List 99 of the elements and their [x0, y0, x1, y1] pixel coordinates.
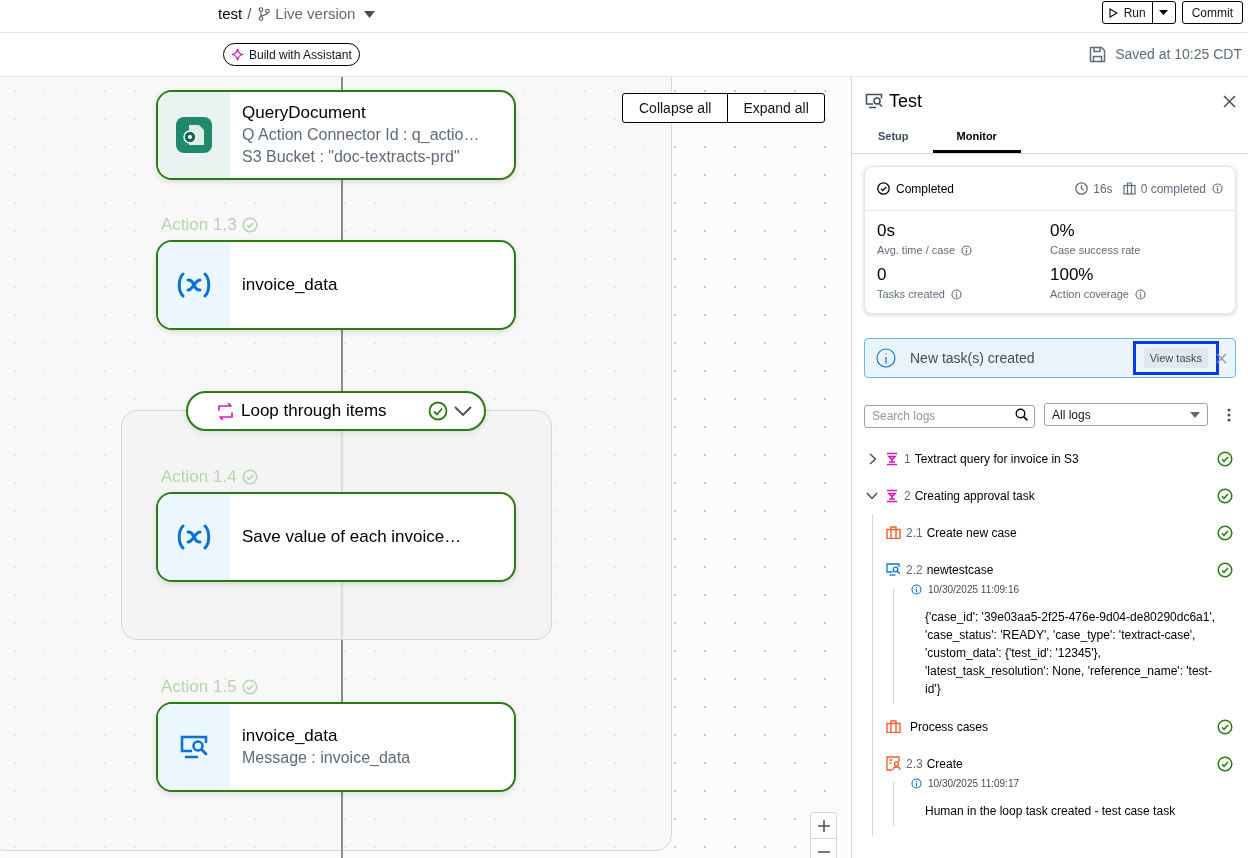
log-row[interactable]: 2.1 Create new case	[873, 514, 1236, 551]
stat-value: 100%	[1050, 264, 1095, 286]
version-dropdown[interactable]: Live version	[275, 3, 376, 26]
completed-count: 0 completed	[1140, 180, 1206, 198]
action-node[interactable]: invoice_data Message : invoice_data	[156, 702, 516, 792]
clock-icon	[1075, 182, 1089, 195]
log-title: Create new case	[926, 524, 1017, 542]
alert-message: New task(s) created	[910, 348, 1035, 368]
log-message: {'case_id': '39e03aa5-2f25-476e-9d04-de80290dc6a1', 'case_status': 'READY', 'case_type': 'textract-case', 'custom_data': {'test_id': '12345'}, 'latest_task_resolution': None, 'reference_name': 'test-id'}	[925, 609, 1217, 698]
check-circle-icon	[241, 216, 258, 233]
branch-icon	[258, 7, 271, 22]
info-icon	[1212, 183, 1223, 194]
log-row[interactable]: 1 Textract query for invoice in S3	[864, 440, 1236, 477]
tab[interactable]: Setup	[854, 123, 933, 153]
monitor-search-icon	[179, 734, 209, 760]
stat-label: Case success rate	[1050, 243, 1141, 258]
loop-icon	[216, 402, 235, 420]
stat-value: 0	[877, 264, 888, 286]
caret-down-icon	[1159, 10, 1169, 15]
check-circle-icon	[1217, 450, 1233, 467]
sparkle-icon	[231, 48, 244, 61]
variable-icon	[176, 272, 212, 298]
check-circle-icon	[877, 182, 890, 195]
node-detail: S3 Bucket : "doc-textracts-prd"	[242, 147, 461, 167]
tab[interactable]: Monitor	[932, 123, 1021, 153]
stat-value: 0%	[1050, 220, 1076, 242]
document-gear-icon	[176, 117, 212, 153]
log-timestamp: 10/30/2025 11:09:17	[928, 777, 1019, 791]
log-title: Creating approval task	[914, 487, 1035, 505]
expand-all-button[interactable]: Expand all	[728, 94, 824, 122]
stat-label: Avg. time / case	[877, 243, 956, 258]
node-detail: Message : invoice_data	[242, 748, 411, 768]
duration: 16s	[1093, 180, 1113, 198]
log-message: Human in the loop task created - test case task	[925, 803, 1177, 820]
panel-title: Test	[889, 89, 922, 113]
close-icon[interactable]	[1223, 94, 1236, 108]
action-label: Action 1.5	[161, 676, 237, 698]
check-circle-icon	[1217, 561, 1233, 578]
log-number: 2.2	[906, 561, 923, 579]
log-number: 1	[904, 450, 911, 468]
more-icon[interactable]	[1227, 407, 1231, 422]
briefcase-icon	[886, 526, 901, 539]
caret-down-icon	[364, 10, 376, 18]
log-title: Process cases	[910, 718, 989, 736]
log-title: newtestcase	[926, 561, 994, 579]
node-title: QueryDocument	[242, 102, 367, 124]
check-circle-icon	[1217, 487, 1233, 504]
loop-node[interactable]: Loop through items	[186, 391, 486, 431]
log-filter-dropdown[interactable]: All logs	[1044, 403, 1208, 426]
view-tasks-button[interactable]: View tasks	[1132, 341, 1219, 375]
save-icon	[1089, 46, 1107, 63]
monitor-search-icon	[886, 563, 901, 576]
briefcase-icon	[1122, 182, 1136, 195]
check-circle-icon	[428, 401, 448, 421]
check-circle-icon	[1217, 524, 1233, 541]
stat-value: 0s	[877, 220, 896, 242]
node-title: invoice_data	[242, 725, 339, 747]
log-title: Textract query for invoice in S3	[914, 450, 1079, 468]
zoom-in-icon[interactable]	[816, 819, 831, 833]
stat-label: Tasks created	[877, 287, 945, 302]
briefcase-icon	[886, 720, 901, 733]
commit-button[interactable]: Commit	[1181, 1, 1243, 24]
node-title: Save value of each invoice…	[242, 526, 462, 548]
chevron-down-icon	[454, 405, 472, 417]
action-node[interactable]: QueryDocument Q Action Connector Id : q_actio… S3 Bucket : "doc-textracts-prd"	[156, 90, 516, 180]
action-node[interactable]: Save value of each invoice…	[156, 492, 516, 582]
close-icon[interactable]	[1216, 352, 1227, 364]
search-icon	[1015, 408, 1028, 421]
run-status: Completed	[896, 180, 955, 198]
log-number: 2.3	[906, 755, 923, 773]
check-circle-icon	[241, 468, 258, 485]
info-icon	[911, 584, 922, 595]
log-row[interactable]: Process cases	[873, 708, 1236, 745]
stat-label: Action coverage	[1050, 287, 1129, 302]
breadcrumb-separator: /	[247, 4, 252, 24]
play-icon	[1108, 7, 1118, 18]
action-label: Action 1.4	[161, 466, 237, 488]
person-form-icon	[886, 756, 901, 771]
log-number: 2	[904, 487, 911, 505]
action-label: Action 1.3	[161, 214, 237, 236]
log-row[interactable]: 2 Creating approval task	[864, 477, 1236, 514]
save-status: Saved at 10:25 CDT	[1115, 45, 1242, 64]
collapse-all-button[interactable]: Collapse all	[623, 94, 729, 122]
monitor-search-icon	[865, 93, 883, 109]
log-title: Create	[926, 755, 963, 773]
node-title: invoice_data	[242, 274, 338, 296]
caret-down-icon	[1190, 411, 1200, 418]
node-detail: Q Action Connector Id : q_actio…	[242, 125, 480, 145]
info-icon	[876, 348, 896, 368]
check-circle-icon	[1217, 718, 1233, 735]
log-timestamp: 10/30/2025 11:09:16	[928, 583, 1019, 597]
check-circle-icon	[1217, 755, 1233, 772]
search-field[interactable]: Search logs	[864, 404, 1035, 428]
project-name[interactable]: test	[218, 3, 243, 26]
variable-icon	[176, 524, 212, 550]
action-node[interactable]: invoice_data	[156, 240, 516, 330]
check-circle-icon	[241, 678, 258, 695]
log-number: 2.1	[906, 524, 923, 542]
info-icon	[911, 778, 922, 789]
